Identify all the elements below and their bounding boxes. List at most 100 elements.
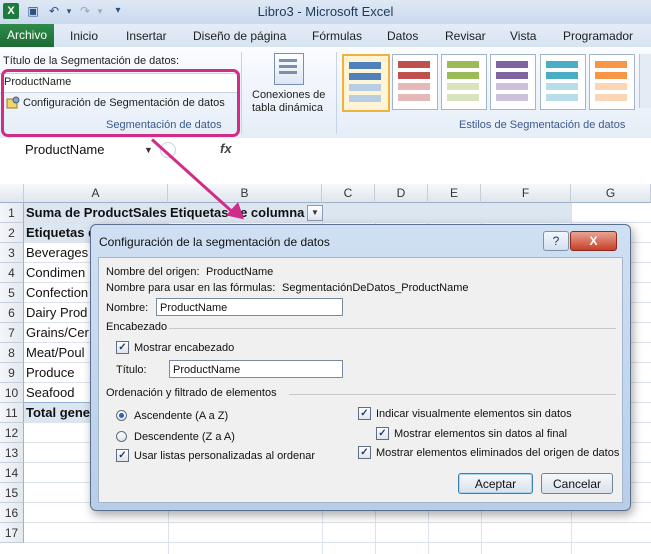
source-name-label: Nombre del origen: [106, 266, 200, 278]
header-section-label: Encabezado [106, 321, 168, 333]
row-header[interactable]: 14 [0, 463, 24, 483]
column-header-g[interactable]: G [571, 184, 651, 203]
pivot-row-item[interactable]: Grains/Cer [26, 323, 89, 343]
slicer-settings-dialog: Configuración de la segmentación de dato… [90, 224, 631, 511]
insert-function-icon[interactable]: fx [220, 141, 232, 156]
row-header[interactable]: 5 [0, 283, 24, 303]
formula-name-label: Nombre para usar en las fórmulas: [106, 282, 276, 294]
tab-programador[interactable]: Programador [563, 29, 633, 43]
show-deleted-checkbox[interactable]: ✓ [358, 446, 371, 459]
formula-name-value: SegmentaciónDeDatos_ProductName [282, 282, 469, 294]
section-divider [289, 394, 616, 395]
row-header[interactable]: 3 [0, 243, 24, 263]
column-header-f[interactable]: F [481, 184, 571, 203]
tab-formulas[interactable]: Fórmulas [312, 29, 362, 43]
source-name-value: ProductName [206, 266, 274, 278]
tab-inicio[interactable]: Inicio [70, 29, 98, 43]
slicer-style-4[interactable] [490, 54, 536, 110]
tab-diseno-pagina[interactable]: Diseño de página [193, 29, 286, 43]
descending-radio[interactable] [116, 431, 127, 442]
row-header[interactable]: 2 [0, 223, 24, 243]
name-field[interactable]: ProductName [156, 298, 343, 316]
spacer [0, 165, 651, 184]
dialog-title: Configuración de la segmentación de dato… [99, 235, 330, 249]
slicer-style-6[interactable] [589, 54, 635, 110]
slicer-style-3[interactable] [441, 54, 487, 110]
row-header[interactable]: 1 [0, 203, 24, 223]
row-header[interactable]: 12 [0, 423, 24, 443]
grand-total-label[interactable]: Total gene [26, 403, 90, 423]
pivot-row-item[interactable]: Dairy Prod [26, 303, 87, 323]
slicer-style-1[interactable] [342, 54, 390, 112]
grid-line [24, 522, 651, 523]
name-field-label: Nombre: [106, 302, 149, 314]
tab-revisar[interactable]: Revisar [445, 29, 486, 43]
column-header-d[interactable]: D [375, 184, 428, 203]
show-header-label: Mostrar encabezado [134, 342, 235, 354]
indicate-empty-label: Indicar visualmente elementos sin datos [376, 408, 572, 420]
ok-button[interactable]: Aceptar [458, 473, 533, 494]
tab-vista[interactable]: Vista [510, 29, 536, 43]
help-button[interactable]: ? [543, 231, 569, 251]
column-filter-dropdown-icon[interactable]: ▼ [307, 205, 323, 221]
row-header[interactable]: 8 [0, 343, 24, 363]
pivot-row-item[interactable]: Condimen [26, 263, 85, 283]
name-box-value: ProductName [25, 142, 105, 157]
name-box-dropdown-icon[interactable]: ▼ [144, 145, 153, 155]
tab-insertar[interactable]: Insertar [126, 29, 167, 43]
caption-label: Título de la Segmentación de datos: [3, 55, 180, 67]
row-header[interactable]: 16 [0, 503, 24, 523]
row-header[interactable]: 15 [0, 483, 24, 503]
highlight-box [1, 69, 240, 137]
tab-archivo[interactable]: Archivo [0, 24, 54, 47]
pivot-row-item[interactable]: Seafood [26, 383, 74, 403]
show-empty-last-label: Mostrar elementos sin datos al final [394, 428, 568, 440]
pivot-row-item[interactable]: Meat/Poul [26, 343, 85, 363]
ascending-radio[interactable] [116, 410, 127, 421]
custom-lists-checkbox[interactable]: ✓ [116, 449, 129, 462]
show-header-checkbox[interactable]: ✓ [116, 341, 129, 354]
pivot-connections-line1[interactable]: Conexiones de [252, 89, 325, 101]
row-header[interactable]: 11 [0, 403, 24, 423]
show-deleted-label: Mostrar elementos eliminados del origen … [376, 447, 620, 459]
descending-label: Descendente (Z a A) [134, 431, 235, 443]
row-header[interactable]: 6 [0, 303, 24, 323]
row-header[interactable]: 17 [0, 523, 24, 543]
close-button[interactable]: X [570, 231, 617, 251]
group-label-styles: Estilos de Segmentación de datos [459, 119, 626, 131]
slicer-style-2[interactable] [392, 54, 438, 110]
cancel-button[interactable]: Cancelar [541, 473, 613, 494]
pivot-connections-icon[interactable] [274, 53, 304, 85]
row-header[interactable]: 9 [0, 363, 24, 383]
row-header[interactable]: 4 [0, 263, 24, 283]
pivot-row-item[interactable]: Beverages [26, 243, 88, 263]
column-header-c[interactable]: C [322, 184, 375, 203]
ascending-label: Ascendente (A a Z) [134, 410, 229, 422]
custom-lists-label: Usar listas personalizadas al ordenar [134, 450, 315, 462]
group-separator [241, 52, 242, 134]
title-field-label: Título: [116, 364, 147, 376]
row-header[interactable]: 13 [0, 443, 24, 463]
show-empty-last-checkbox[interactable]: ✓ [376, 427, 389, 440]
name-box[interactable]: ProductName ▼ [0, 141, 155, 161]
window-title: Libro3 - Microsoft Excel [257, 4, 394, 19]
column-header-b[interactable]: B [168, 184, 322, 203]
section-divider [169, 328, 616, 329]
tab-datos[interactable]: Datos [387, 29, 418, 43]
grid-line [24, 542, 651, 543]
group-separator [336, 52, 337, 134]
styles-scroll-icon[interactable] [639, 54, 651, 108]
pivot-row-item[interactable]: Confection [26, 283, 88, 303]
title-field[interactable]: ProductName [169, 360, 343, 378]
pivot-row-item[interactable]: Produce [26, 363, 74, 383]
pivot-value-header[interactable]: Suma de ProductSales [26, 203, 167, 223]
row-header[interactable]: 10 [0, 383, 24, 403]
pivot-connections-line2[interactable]: tabla dinámica [252, 102, 323, 114]
slicer-style-5[interactable] [540, 54, 586, 110]
indicate-empty-checkbox[interactable]: ✓ [358, 407, 371, 420]
row-header[interactable]: 7 [0, 323, 24, 343]
select-all-corner[interactable] [0, 184, 24, 203]
pivot-row-labels[interactable]: Etiquetas d [26, 223, 96, 243]
column-header-e[interactable]: E [428, 184, 481, 203]
column-header-a[interactable]: A [24, 184, 168, 203]
